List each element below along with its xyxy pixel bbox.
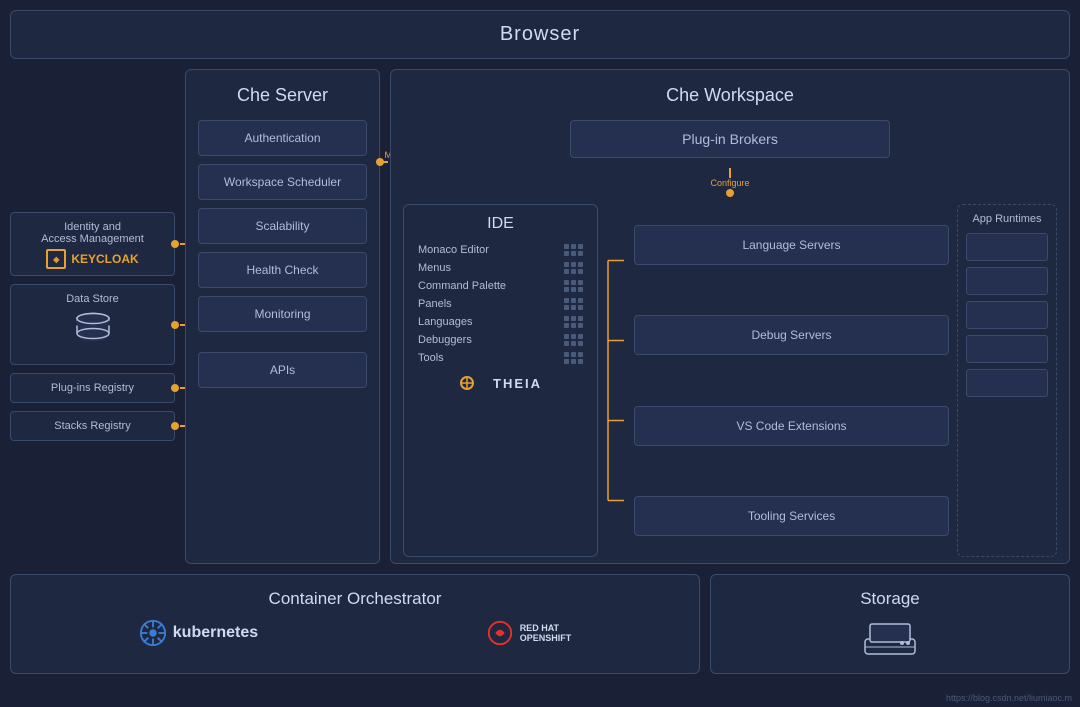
stacks-registry-label: Stacks Registry <box>54 420 130 432</box>
monaco-grid <box>564 244 583 256</box>
plugins-registry-label: Plug-ins Registry <box>51 382 134 394</box>
openshift-logo: RED HAT OPENSHIFT <box>486 619 572 647</box>
keycloak-label: KEYCLOAK <box>71 252 138 266</box>
language-servers-item: Language Servers <box>634 225 949 265</box>
health-check-item: Health Check <box>198 252 367 288</box>
workspace-scheduler-item: Workspace Scheduler <box>198 164 367 200</box>
runtime-bar-4 <box>966 335 1048 363</box>
database-icon <box>73 309 113 349</box>
ide-item-tools: Tools <box>414 349 587 367</box>
che-server-box: Che Server Authentication Workspace Sche… <box>185 69 380 564</box>
keycloak-logo: ◈ KEYCLOAK <box>21 249 164 269</box>
identity-line2: Access Management <box>21 233 164 245</box>
configure-dot <box>726 189 734 197</box>
keycloak-icon: ◈ <box>46 249 66 269</box>
theia-icon <box>459 375 487 391</box>
che-workspace-box: Che Workspace Plug-in Brokers Configure … <box>390 69 1070 564</box>
command-palette-grid <box>564 280 583 292</box>
authentication-item: Authentication <box>198 120 367 156</box>
runtime-bar-5 <box>966 369 1048 397</box>
ide-title: IDE <box>414 215 587 233</box>
runtime-bar-3 <box>966 301 1048 329</box>
openshift-line1: RED HAT <box>520 623 572 633</box>
runtime-bar-1 <box>966 233 1048 261</box>
connector-dot-plugins <box>171 384 179 392</box>
services-column: Language Servers Debug Servers VS Code E… <box>634 204 949 557</box>
identity-line1: Identity and <box>21 221 164 233</box>
connector-dot-datastore <box>171 321 179 329</box>
main-container: Browser Identity and Access Management ◈… <box>0 0 1080 707</box>
bottom-logos: kubernetes RED HAT OPENSHIFT <box>25 619 685 647</box>
debug-servers-item: Debug Servers <box>634 315 949 355</box>
watermark: https://blog.csdn.net/liumiaoc.m <box>946 693 1072 703</box>
storage-title: Storage <box>725 589 1055 609</box>
data-store-item: Data Store <box>10 284 175 365</box>
stacks-registry-item: Stacks Registry <box>10 411 175 441</box>
configure-line-top <box>729 168 731 178</box>
plugin-brokers: Plug-in Brokers <box>570 120 890 158</box>
ide-item-panels: Panels <box>414 295 587 313</box>
browser-title: Browser <box>500 23 580 45</box>
ide-item-command-palette: Command Palette <box>414 277 587 295</box>
ide-box: IDE Monaco Editor Menus <box>403 204 598 557</box>
plugins-registry-item: Plug-ins Registry <box>10 373 175 403</box>
menus-grid <box>564 262 583 274</box>
kubernetes-logo: kubernetes <box>139 619 258 647</box>
data-store-label: Data Store <box>21 293 164 305</box>
middle-row: Identity and Access Management ◈ KEYCLOA… <box>10 69 1070 564</box>
container-orchestrator-title: Container Orchestrator <box>25 589 685 609</box>
che-workspace-title: Che Workspace <box>403 85 1057 106</box>
runtime-bar-2 <box>966 267 1048 295</box>
theia-logo: THEIA <box>414 375 587 391</box>
bracket-connector <box>606 204 626 557</box>
tools-grid <box>564 352 583 364</box>
ide-item-debuggers: Debuggers <box>414 331 587 349</box>
kubernetes-icon <box>139 619 167 647</box>
openshift-line2: OPENSHIFT <box>520 633 572 643</box>
ide-item-monaco: Monaco Editor <box>414 241 587 259</box>
configure-label: Configure <box>710 178 749 188</box>
kubernetes-label: kubernetes <box>173 624 258 642</box>
container-orchestrator-box: Container Orchestrator <box>10 574 700 674</box>
theia-label: THEIA <box>493 376 542 391</box>
app-runtimes-title: App Runtimes <box>966 213 1048 225</box>
panels-grid <box>564 298 583 310</box>
bottom-row: Container Orchestrator <box>10 574 1070 674</box>
left-panel: Identity and Access Management ◈ KEYCLOA… <box>10 69 175 564</box>
ide-item-languages: Languages <box>414 313 587 331</box>
monitoring-item: Monitoring <box>198 296 367 332</box>
apis-item: APIs <box>198 352 367 388</box>
connector-dot-stacks <box>171 422 179 430</box>
vscode-extensions-item: VS Code Extensions <box>634 406 949 446</box>
languages-grid <box>564 316 583 328</box>
ide-item-menus: Menus <box>414 259 587 277</box>
openshift-icon <box>486 619 514 647</box>
debuggers-grid <box>564 334 583 346</box>
identity-management-item: Identity and Access Management ◈ KEYCLOA… <box>10 212 175 276</box>
browser-box: Browser <box>10 10 1070 59</box>
storage-box: Storage <box>710 574 1070 674</box>
che-server-title: Che Server <box>198 85 367 106</box>
tooling-services-item: Tooling Services <box>634 496 949 536</box>
storage-icon <box>860 619 920 659</box>
app-runtimes-box: App Runtimes <box>957 204 1057 557</box>
scalability-item: Scalability <box>198 208 367 244</box>
connector-dot-identity <box>171 240 179 248</box>
